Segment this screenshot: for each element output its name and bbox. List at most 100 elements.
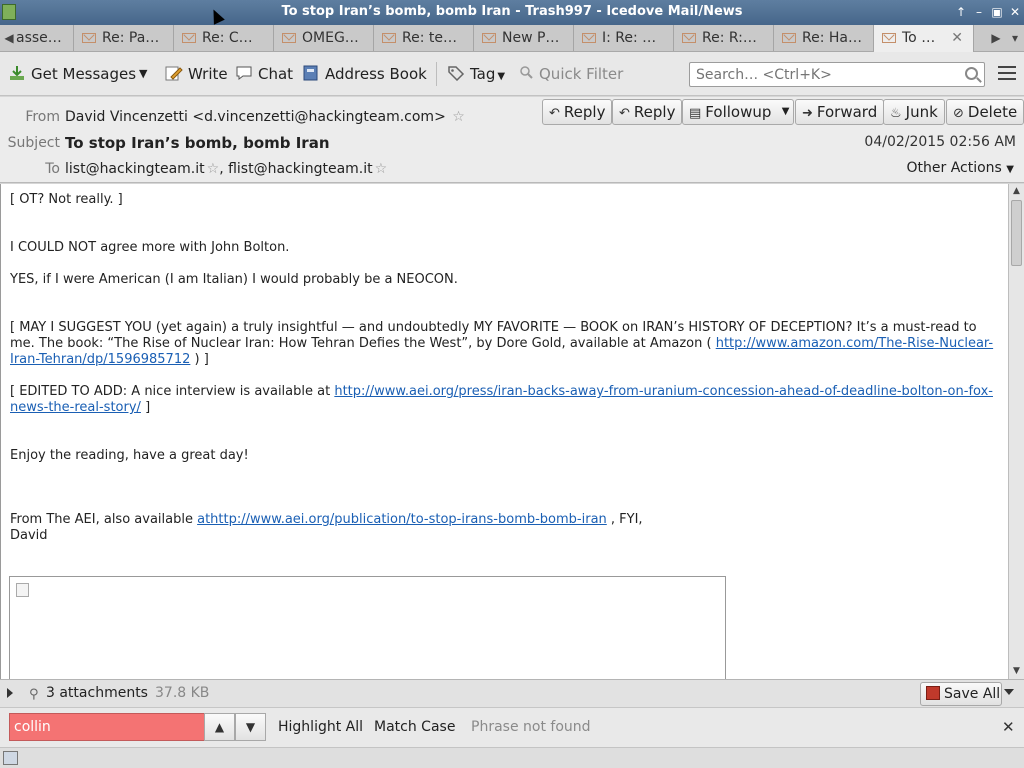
- chat-bubble-icon: [235, 65, 253, 81]
- search-input[interactable]: [690, 63, 950, 86]
- tab-close-icon[interactable]: ✕: [951, 25, 963, 51]
- chat-button[interactable]: Chat: [235, 64, 293, 84]
- scrollbar-thumb[interactable]: [1011, 200, 1022, 266]
- find-field[interactable]: [9, 713, 205, 741]
- address-book-button[interactable]: Address Book: [302, 64, 427, 84]
- body-text: ]: [140, 400, 151, 415]
- star-icon[interactable]: ☆: [375, 161, 388, 177]
- followup-dropdown-icon[interactable]: ▼: [782, 100, 790, 124]
- message-header: From David Vincenzetti <d.vincenzetti@ha…: [0, 97, 1024, 183]
- from-address[interactable]: David Vincenzetti <d.vincenzetti@hacking…: [65, 109, 446, 125]
- write-button[interactable]: Write: [165, 64, 228, 84]
- tab-scroll-right-icon[interactable]: ▶: [987, 25, 1005, 51]
- forward-button[interactable]: ➜ Forward: [795, 99, 885, 125]
- match-case-toggle[interactable]: Match Case: [374, 719, 455, 735]
- keep-above-button[interactable]: ↑: [952, 3, 970, 21]
- find-previous-button[interactable]: ▲: [204, 713, 235, 741]
- tab-bar: ◀ asse… Re: Pa… Re: C… OMEG… Re: te… New…: [0, 25, 1024, 52]
- tab-message-4[interactable]: OMEG…: [274, 25, 374, 51]
- body-text: [ EDITED TO ADD: A nice interview is ava…: [10, 384, 335, 399]
- window-title-bar: To stop Iran’s bomb, bomb Iran - Trash99…: [0, 0, 1024, 25]
- find-next-button[interactable]: ▼: [235, 713, 266, 741]
- filter-icon: [519, 65, 534, 81]
- tab-message-5[interactable]: Re: te…: [374, 25, 474, 51]
- tab-label: OMEG…: [302, 30, 359, 46]
- junk-button[interactable]: ♨ Junk: [883, 99, 945, 125]
- global-search-box[interactable]: [689, 62, 985, 87]
- offline-status-icon[interactable]: [3, 751, 18, 765]
- save-all-button[interactable]: Save All: [920, 682, 1002, 706]
- main-toolbar: Get Messages ▼ Write Chat Address Book T…: [0, 52, 1024, 96]
- tab-message-6[interactable]: New P…: [474, 25, 574, 51]
- tag-label: Tag: [470, 65, 496, 83]
- close-window-button[interactable]: ✕: [1006, 3, 1024, 21]
- address-book-label: Address Book: [325, 65, 427, 83]
- tab-message-7[interactable]: I: Re: …: [574, 25, 674, 51]
- close-find-bar-icon[interactable]: ✕: [1002, 718, 1015, 736]
- delete-circle-icon: ⊘: [953, 106, 964, 121]
- minimize-button[interactable]: –: [970, 3, 988, 21]
- envelope-icon: [482, 33, 496, 43]
- to-recipient-1[interactable]: list@hackingteam.it: [65, 161, 205, 177]
- body-paragraph: [ MAY I SUGGEST YOU (yet again) a truly …: [10, 320, 995, 368]
- scroll-down-icon[interactable]: ▼: [1009, 664, 1024, 678]
- message-scrollbar[interactable]: ▲ ▼: [1008, 184, 1024, 679]
- tab-message-1[interactable]: asse…: [10, 25, 74, 51]
- body-text: From The AEI, also available: [10, 512, 198, 527]
- message-date: 04/02/2015 02:56 AM: [864, 134, 1016, 150]
- attachments-bar: ⚲ 3 attachments 37.8 KB Save All: [0, 679, 1024, 707]
- message-body-pane[interactable]: [ OT? Not really. ] I COULD NOT agree mo…: [0, 184, 1008, 679]
- envelope-icon: [782, 33, 796, 43]
- highlight-all-toggle[interactable]: Highlight All: [278, 719, 363, 735]
- other-actions-label: Other Actions: [906, 160, 1002, 176]
- toolbar-separator: [436, 62, 437, 86]
- body-line: [ OT? Not really. ]: [10, 192, 123, 207]
- other-actions-menu[interactable]: Other Actions ▼: [907, 160, 1015, 176]
- message-text: [ OT? Not really. ] I COULD NOT agree mo…: [10, 192, 995, 544]
- body-line: YES, if I were American (I am Italian) I…: [10, 272, 458, 287]
- save-all-dropdown-icon[interactable]: [1004, 689, 1014, 695]
- tab-label: asse…: [16, 30, 62, 46]
- tab-message-9[interactable]: Re: Ha…: [774, 25, 874, 51]
- delete-button[interactable]: ⊘ Delete: [946, 99, 1024, 125]
- scroll-up-icon[interactable]: ▲: [1009, 184, 1024, 198]
- address-book-icon: [302, 65, 320, 81]
- tab-message-8[interactable]: Re: R:…: [674, 25, 774, 51]
- from-value[interactable]: David Vincenzetti <d.vincenzetti@hacking…: [65, 109, 465, 125]
- tab-label: New P…: [502, 30, 560, 46]
- hamburger-menu-icon[interactable]: [998, 66, 1016, 82]
- tab-message-3[interactable]: Re: C…: [174, 25, 274, 51]
- reply-button[interactable]: ↶ Reply: [542, 99, 613, 125]
- find-status: Phrase not found: [471, 719, 591, 735]
- aei-publication-link[interactable]: athttp://www.aei.org/publication/to-stop…: [197, 512, 607, 527]
- from-label: From: [25, 109, 60, 125]
- tab-message-active[interactable]: To … ✕: [874, 25, 974, 52]
- tag-button[interactable]: Tag ▼: [447, 64, 505, 84]
- followup-button[interactable]: ▤ Followup ▼: [682, 99, 795, 125]
- envelope-icon: [282, 33, 296, 43]
- reply-all-button[interactable]: ↶ Reply: [612, 99, 683, 125]
- tab-label: I: Re: …: [602, 30, 657, 46]
- star-icon[interactable]: ☆: [452, 109, 465, 125]
- get-messages-dropdown-icon[interactable]: ▼: [139, 64, 147, 84]
- newsgroup-icon: ▤: [689, 106, 702, 121]
- tab-message-2[interactable]: Re: Pa…: [74, 25, 174, 51]
- star-icon[interactable]: ☆: [207, 161, 220, 177]
- list-all-tabs-icon[interactable]: ▾: [1006, 25, 1024, 51]
- body-line: Enjoy the reading, have a great day!: [10, 448, 249, 463]
- attachment-count[interactable]: 3 attachments: [46, 685, 148, 701]
- subject-label: Subject: [7, 135, 60, 151]
- expand-attachments-icon[interactable]: [7, 688, 13, 698]
- find-input[interactable]: [10, 714, 200, 740]
- envelope-icon: [382, 33, 396, 43]
- search-icon[interactable]: [965, 67, 978, 80]
- followup-label: Followup: [705, 103, 772, 121]
- to-recipient-2[interactable]: flist@hackingteam.it: [228, 161, 373, 177]
- status-bar: [0, 747, 1024, 768]
- quick-filter-button[interactable]: Quick Filter: [519, 64, 623, 84]
- body-text: ) ]: [190, 352, 209, 367]
- junk-label: Junk: [905, 103, 938, 121]
- tab-label: Re: te…: [402, 30, 457, 46]
- maximize-button[interactable]: ▣: [988, 3, 1006, 21]
- get-messages-button[interactable]: Get Messages: [8, 64, 136, 84]
